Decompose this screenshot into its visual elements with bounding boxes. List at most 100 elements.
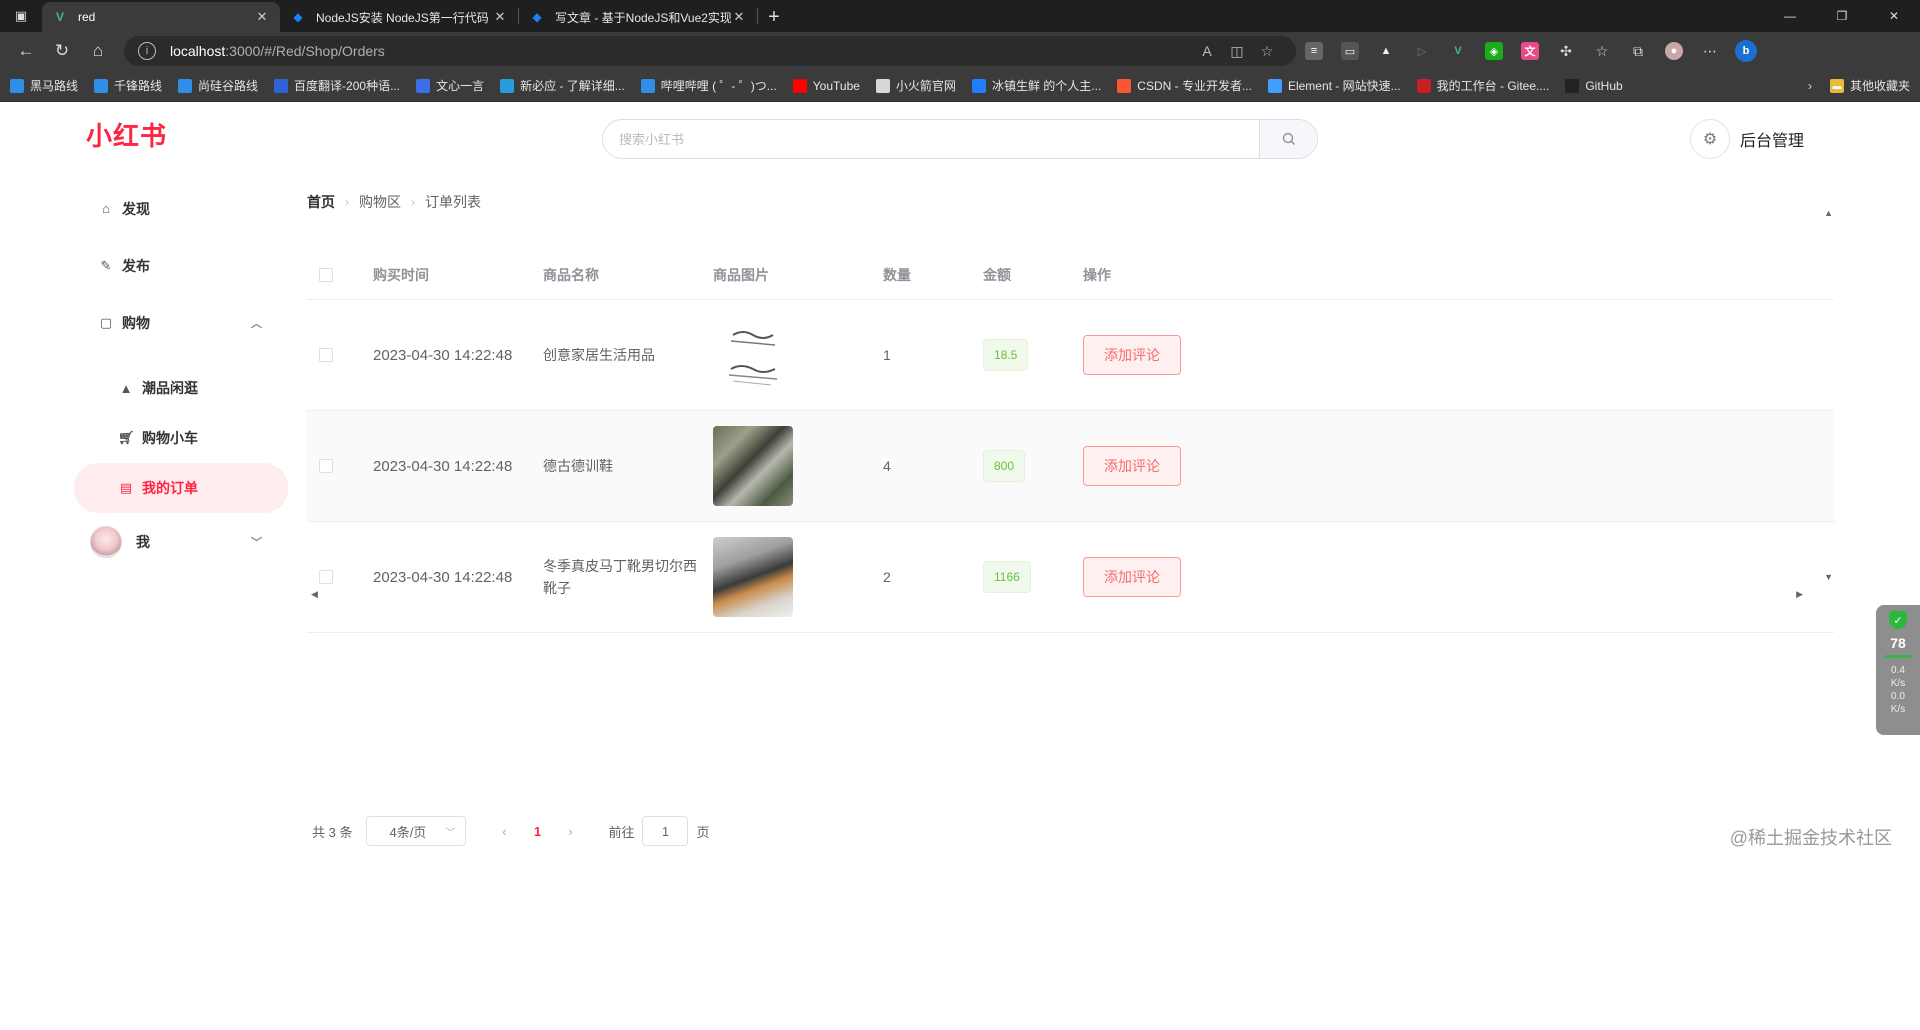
sidebar-subitem-browse[interactable]: ▲ 潮品闲逛 [74,363,288,413]
scroll-left-arrow-icon[interactable]: ◀ [311,589,318,600]
bookmark-item[interactable]: 千锋路线 [94,77,162,94]
bookmark-item[interactable]: Element - 网站快速... [1267,77,1401,94]
bookmark-item[interactable]: 尚硅谷路线 [178,77,258,94]
read-aloud-icon[interactable]: A [1192,43,1222,59]
shopping-bag-icon: ▲ [119,380,133,396]
bookmark-item[interactable]: 我的工作台 - Gitee.... [1416,77,1549,94]
favorite-star-icon[interactable]: ☆ [1252,43,1282,60]
sidebar-subitem-cart[interactable]: 🛒︎ 购物小车 [74,413,288,463]
bookmark-favicon-icon [274,78,289,93]
gear-icon[interactable]: ⚙ [1690,119,1730,159]
collections-icon[interactable]: ⧉ [1620,36,1656,66]
extensions-puzzle-icon[interactable]: ✣ [1548,36,1584,66]
extension-play-icon[interactable]: ▷ [1404,36,1440,66]
other-bookmarks-folder[interactable]: ▬ 其他收藏夹 [1829,77,1910,94]
page-size-select[interactable]: 4条/页 ﹀ [366,816,467,846]
goto-page-input[interactable] [642,816,689,846]
add-comment-button[interactable]: 添加评论 [1083,335,1181,375]
new-tab-button[interactable]: + [758,2,790,32]
bing-chat-icon[interactable]: b [1728,36,1764,66]
sidebar-subitem-label: 我的订单 [142,480,198,496]
add-comment-button[interactable]: 添加评论 [1083,446,1181,486]
extension-triangle-icon[interactable]: ▲ [1368,36,1404,66]
bookmark-favicon-icon [500,78,515,93]
extension-notes-icon[interactable]: ≡ [1296,36,1332,66]
current-page-number[interactable]: 1 [522,824,552,839]
bookmark-label: YouTube [812,78,860,93]
search-button[interactable] [1259,120,1317,158]
chevron-right-icon[interactable]: › [1808,79,1812,93]
extension-translate-icon[interactable]: 文 [1512,36,1548,66]
browser-tab-nodejs[interactable]: ◆ NodeJS安装 NodeJS第一行代码 ✕ [280,2,518,32]
product-image-training-shoes[interactable] [713,426,793,506]
bookmark-item[interactable]: YouTube [792,78,860,93]
restore-icon[interactable]: ❐ [1816,0,1868,32]
sidebar-subitem-my-orders[interactable]: ▤ 我的订单 [74,463,288,513]
tab-actions-icon[interactable]: ▣ [0,0,42,32]
bookmark-item[interactable]: GitHub [1565,78,1623,93]
juejin-logo-icon: ◆ [532,10,542,24]
browser-tab-article[interactable]: ◆ 写文章 - 基于NodeJS和Vue2实现 ✕ [519,2,757,32]
bookmark-label: 黑马路线 [30,79,79,93]
sidebar-item-discover[interactable]: ⌂ 发现 [74,180,288,237]
sidebar-item-shopping[interactable]: ▢ 购物 ︿ [74,294,288,351]
url-path: :3000/#/Red/Shop/Orders [225,43,385,59]
bookmark-item[interactable]: 百度翻译-200种语... [274,77,400,94]
extension-reader-icon[interactable]: ▭ [1332,36,1368,66]
admin-entry[interactable]: ⚙ 后台管理 [1690,119,1804,159]
bookmark-label: 新必应 - 了解详细... [520,79,625,93]
split-screen-icon[interactable]: ◫ [1222,43,1252,60]
home-icon[interactable]: ⌂ [80,36,116,66]
refresh-icon[interactable]: ↻ [44,36,80,66]
scroll-down-arrow-icon[interactable]: ▼ [1824,572,1833,582]
scroll-right-arrow-icon[interactable]: ▶ [1796,589,1803,600]
browser-tab-red[interactable]: V red ✕ [42,2,280,32]
sidebar-item-publish[interactable]: ✎ 发布 [74,237,288,294]
bookmark-item[interactable]: 哔哩哔哩 ( ゜- ゜)つ... [640,77,777,94]
tab-title: NodeJS安装 NodeJS第一行代码 [316,10,489,25]
product-image-chelsea-boots[interactable] [713,537,793,617]
bookmark-item[interactable]: 黑马路线 [10,77,78,94]
search-icon [1282,132,1295,145]
extension-green-icon[interactable]: ◈ [1476,36,1512,66]
select-all-checkbox[interactable] [319,267,333,282]
tab-title: 写文章 - 基于NodeJS和Vue2实现 [555,10,731,25]
address-bar[interactable]: i localhost:3000/#/Red/Shop/Orders A ◫ ☆ [124,36,1296,66]
search-input[interactable] [603,120,1259,158]
bookmark-item[interactable]: 冰镇生鲜 的个人主... [971,77,1101,94]
window-controls: — ❐ ✕ [1764,0,1920,32]
horizontal-scrollbar[interactable]: ◀ ▶ [307,587,1807,601]
bookmark-label: CSDN - 专业开发者... [1137,79,1252,93]
row-checkbox[interactable] [319,348,333,362]
row-checkbox[interactable] [319,570,333,584]
bookmark-item[interactable]: 小火箭官网 [875,77,956,94]
sidebar: ⌂ 发现 ✎ 发布 ▢ 购物 ︿ ▲ 潮品闲逛 🛒︎ 购物小车 ▤ 我的订单 我… [74,180,288,570]
profile-avatar-icon[interactable]: ● [1656,36,1692,66]
extension-vue-devtools-icon[interactable]: V [1440,36,1476,66]
column-header: 商品图片 [713,266,769,283]
network-monitor-widget[interactable]: ✓ 78 0.4 K/s 0.0 K/s [1876,605,1920,735]
close-icon[interactable]: ✕ [731,9,747,25]
admin-label[interactable]: 后台管理 [1740,127,1804,151]
row-checkbox[interactable] [319,459,333,473]
favorites-icon[interactable]: ☆ [1584,36,1620,66]
back-icon[interactable]: ← [8,36,44,66]
sidebar-item-me[interactable]: 我 ﹀ [74,513,288,570]
app-logo[interactable]: 小红书 [86,116,167,153]
next-page-button[interactable]: › [552,824,588,839]
close-window-icon[interactable]: ✕ [1868,0,1920,32]
tab-title: red [78,10,96,24]
breadcrumb-home[interactable]: 首页 [307,192,335,212]
scroll-up-arrow-icon[interactable]: ▲ [1824,208,1833,218]
product-image-home-goods[interactable] [713,315,793,395]
minimize-icon[interactable]: — [1764,0,1816,32]
prev-page-button[interactable]: ‹ [486,824,522,839]
close-icon[interactable]: ✕ [254,9,270,25]
close-icon[interactable]: ✕ [492,9,508,25]
browser-toolbar: ← ↻ ⌂ i localhost:3000/#/Red/Shop/Orders… [0,32,1920,70]
bookmark-item[interactable]: 文心一言 [416,77,484,94]
bookmark-item[interactable]: CSDN - 专业开发者... [1117,77,1252,94]
site-info-icon[interactable]: i [138,42,156,60]
more-menu-icon[interactable]: ⋯ [1692,36,1728,66]
bookmark-item[interactable]: 新必应 - 了解详细... [500,77,625,94]
